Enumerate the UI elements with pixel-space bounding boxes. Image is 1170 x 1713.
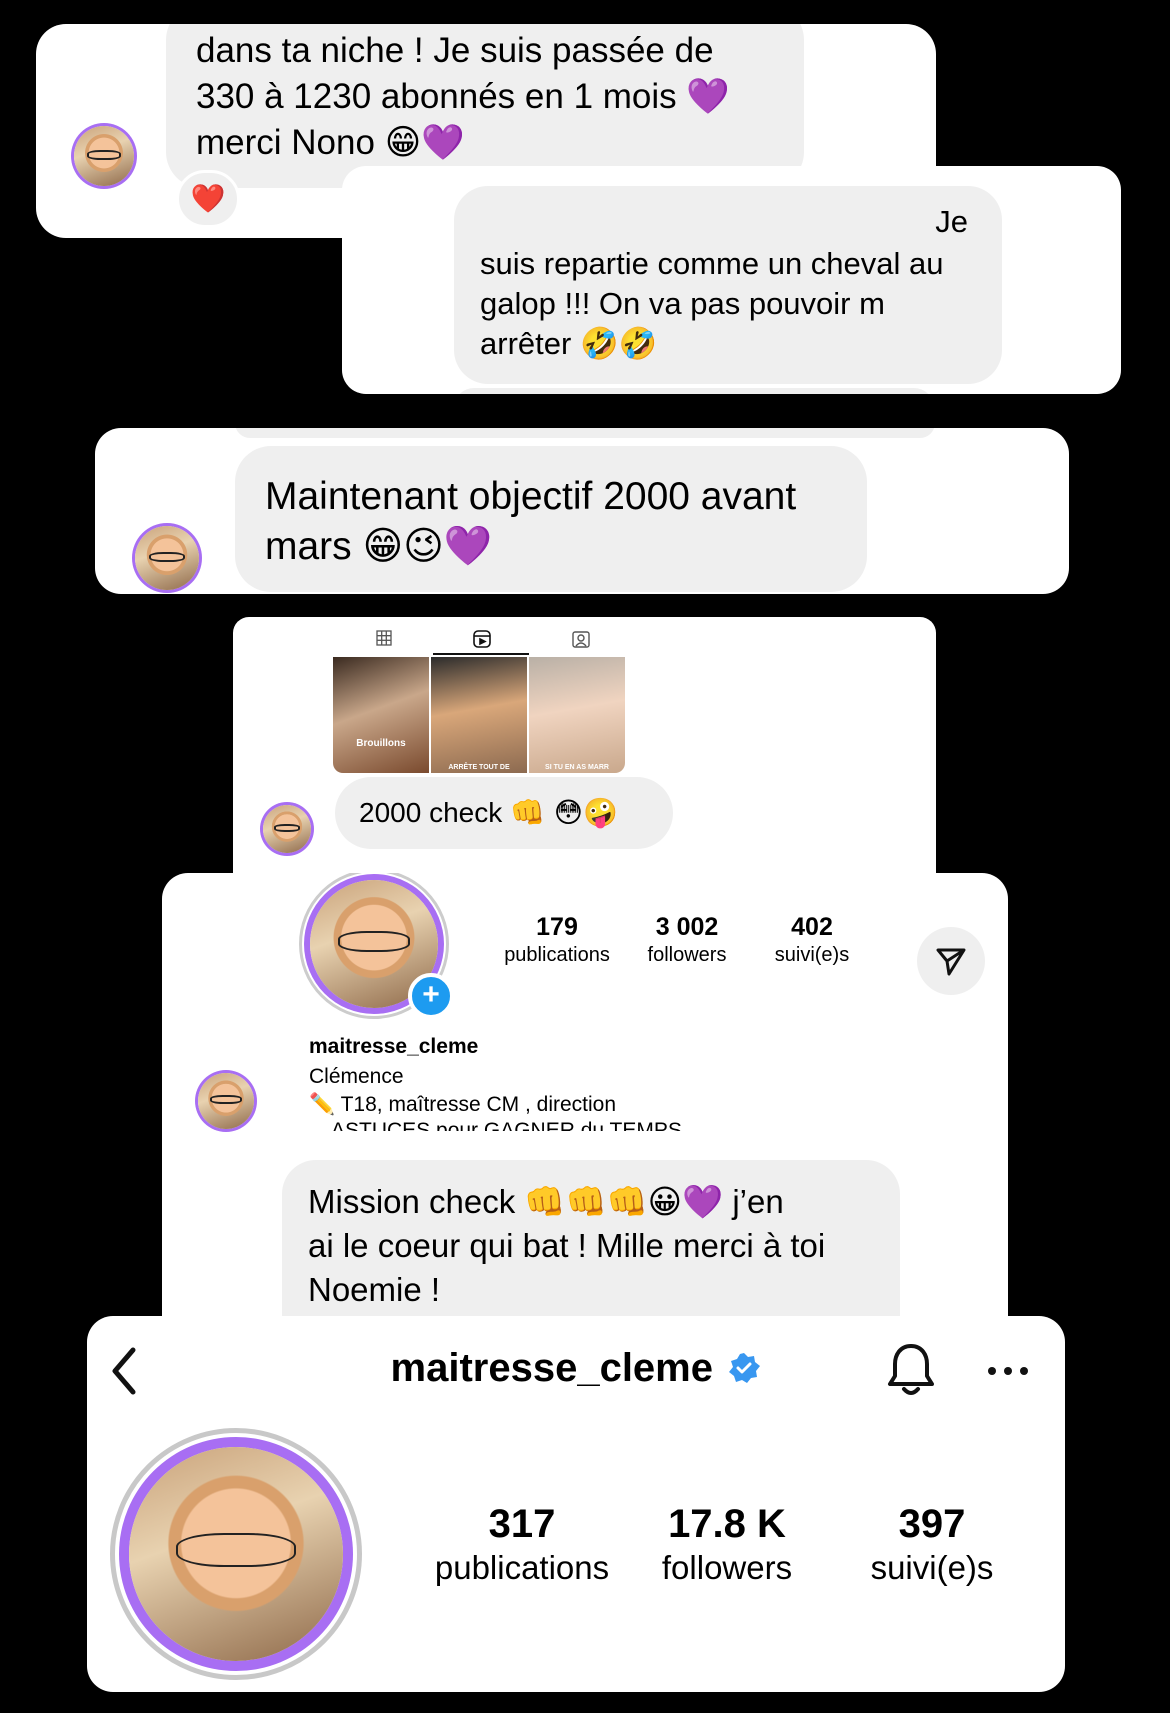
send-button[interactable] <box>917 927 985 995</box>
profile-card-small: + 179 publications 3 002 followers 402 s… <box>162 873 1008 1318</box>
stat-number: 397 <box>898 1502 966 1546</box>
message-line: dans ta niche ! Je suis passée de <box>196 31 714 70</box>
thumbnail-reel[interactable]: SI TU EN AS MARR <box>529 657 625 773</box>
stat-label: followers <box>647 944 727 966</box>
sender-avatar[interactable] <box>263 805 311 853</box>
profile-username: maitresse_cleme <box>309 1035 479 1058</box>
tagged-icon[interactable] <box>572 630 590 648</box>
stat-number: 317 <box>488 1502 556 1546</box>
message-line: Maintenant objectif 2000 avant <box>265 475 797 518</box>
active-tab-indicator <box>433 653 529 655</box>
message-bubble[interactable]: Mission check 👊👊👊😀💜 j’en ai le coeur qui… <box>282 1160 900 1318</box>
message-bubble[interactable]: 2000 check 👊 😳🤪 <box>335 777 673 849</box>
stat-following[interactable]: 397 suivi(e)s <box>837 1502 1027 1587</box>
emoji-group: 👊 😳🤪 <box>510 796 618 829</box>
bell-icon[interactable] <box>885 1342 937 1398</box>
emoji-group: 😁💜 <box>384 123 465 163</box>
emoji-group: 🤣🤣 <box>579 326 658 362</box>
stat-publications[interactable]: 179 publications <box>492 913 622 967</box>
verified-badge-icon <box>729 1353 761 1383</box>
message-text: 2000 check <box>359 797 503 828</box>
chat-card-4: Brouillons ARRÊTE TOUT DE SI TU EN AS MA… <box>233 617 936 893</box>
stat-number: 402 <box>791 913 833 941</box>
stat-followers[interactable]: 17.8 K followers <box>632 1502 822 1587</box>
profile-bio-line: ✏️ T18, maîtresse CM , direction <box>309 1093 617 1116</box>
thumbnail-reel[interactable]: ARRÊTE TOUT DE <box>431 657 527 773</box>
profile-avatar-ring[interactable] <box>110 1428 362 1680</box>
send-icon <box>936 948 966 976</box>
profile-card-large: maitresse_cleme 317 publications 17.8 K … <box>87 1316 1065 1692</box>
next-bubble-edge <box>454 388 934 394</box>
reels-icon[interactable] <box>473 630 491 648</box>
message-line: mars <box>265 525 352 568</box>
profile-bio-line: ASTUCES pour GAGNER du TEMPS <box>331 1119 682 1131</box>
message-line: Je <box>935 204 968 239</box>
stat-label: followers <box>661 1549 793 1586</box>
message-line: suis repartie comme un cheval au <box>480 246 944 281</box>
message-bubble[interactable]: Je suis repartie comme un cheval au galo… <box>454 186 1002 384</box>
profile-name: Clémence <box>309 1065 404 1088</box>
previous-bubble-edge <box>235 428 935 438</box>
stat-label: publications <box>504 944 610 966</box>
more-icon[interactable] <box>987 1366 1029 1376</box>
chat-card-2: Je suis repartie comme un cheval au galo… <box>342 166 1121 394</box>
sender-avatar[interactable] <box>198 1073 254 1129</box>
red-heart-icon: ❤️ <box>190 182 226 215</box>
add-story-button[interactable]: + <box>408 973 454 1019</box>
thumbnail-label: Brouillons <box>356 738 406 749</box>
message-line: ai le coeur qui bat ! Mille merci à toi <box>308 1227 826 1264</box>
message-line: Mission check <box>308 1183 516 1220</box>
profile-avatar <box>129 1447 343 1661</box>
stat-following[interactable]: 402 suivi(e)s <box>747 913 877 967</box>
emoji-group: 👊👊👊😀💜 <box>524 1182 724 1221</box>
emoji-group: 😁😉💜 <box>362 524 493 569</box>
purple-heart-icon: 💜 <box>686 77 730 117</box>
plus-icon: + <box>422 978 440 1011</box>
profile-username: maitresse_cleme <box>390 1346 713 1390</box>
stat-label: publications <box>434 1549 610 1586</box>
thumbnail-caption: SI TU EN AS MARR <box>545 764 609 771</box>
message-bubble[interactable]: dans ta niche ! Je suis passée de 330 à … <box>166 24 804 188</box>
message-line: 330 à 1230 abonnés en 1 mois <box>196 77 677 116</box>
stat-number: 17.8 K <box>668 1502 786 1546</box>
sender-avatar[interactable] <box>74 126 134 186</box>
stat-number: 3 002 <box>655 913 719 941</box>
stat-followers[interactable]: 3 002 followers <box>622 913 752 967</box>
sender-avatar[interactable] <box>135 526 199 590</box>
message-line: arrêter <box>480 326 572 361</box>
reaction-badge[interactable]: ❤️ <box>176 170 240 228</box>
thumbnail-caption: ARRÊTE TOUT DE <box>448 764 510 771</box>
stat-label: suivi(e)s <box>870 1549 994 1586</box>
message-bubble[interactable]: Maintenant objectif 2000 avant mars 😁😉💜 <box>235 446 867 592</box>
thumbnail-drafts[interactable]: Brouillons <box>333 657 429 773</box>
stat-number: 179 <box>536 913 578 941</box>
stat-publications[interactable]: 317 publications <box>427 1502 617 1587</box>
message-line: merci Nono <box>196 123 375 162</box>
stat-label: suivi(e)s <box>774 944 850 966</box>
message-line: Noemie ! <box>308 1271 441 1308</box>
message-line: galop !!! On va pas pouvoir m <box>480 286 885 321</box>
chat-card-3: Maintenant objectif 2000 avant mars 😁😉💜 <box>95 428 1069 594</box>
grid-icon[interactable] <box>376 630 392 646</box>
message-line: j’en <box>732 1183 784 1220</box>
